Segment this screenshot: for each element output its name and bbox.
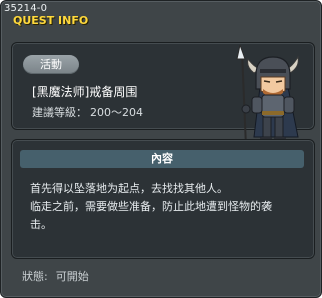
- quest-name: [黑魔法师]戒备周围: [32, 85, 138, 99]
- recommended-level-label: 建議等級：: [32, 106, 87, 119]
- description-line: 击。: [30, 218, 52, 231]
- armored-knight-npc-icon: [236, 45, 299, 148]
- content-section-header: 內容: [20, 150, 304, 168]
- description-line: 临走之前，需要做些准备，防止此地遭到怪物的袭: [30, 200, 272, 213]
- description-line: 首先得以坠落地为起点，去找找其他人。: [30, 182, 228, 195]
- quest-status-label: 狀態:: [22, 270, 48, 283]
- quest-status: 狀態: 可開始: [22, 270, 89, 284]
- quest-header-panel: 活動 [黑魔法师]戒备周围 建議等級： 200～204: [11, 42, 315, 148]
- quest-description: 首先得以坠落地为起点，去找找其他人。 临走之前，需要做些准备，防止此地遭到怪物的…: [30, 180, 304, 234]
- quest-category-tag: 活動: [23, 55, 79, 74]
- recommended-level-range: 200～204: [90, 106, 143, 119]
- quest-content-panel: 內容 首先得以坠落地为起点，去找找其他人。 临走之前，需要做些准备，防止此地遭到…: [11, 139, 315, 259]
- quest-status-value: 可開始: [55, 270, 89, 283]
- recommended-level: 建議等級： 200～204: [32, 106, 143, 120]
- quest-info-window: 35214-0 QUEST INFO 活動 [黑魔法师]戒备周围 建議等級： 20…: [0, 0, 322, 298]
- window-title: QUEST INFO: [13, 14, 89, 27]
